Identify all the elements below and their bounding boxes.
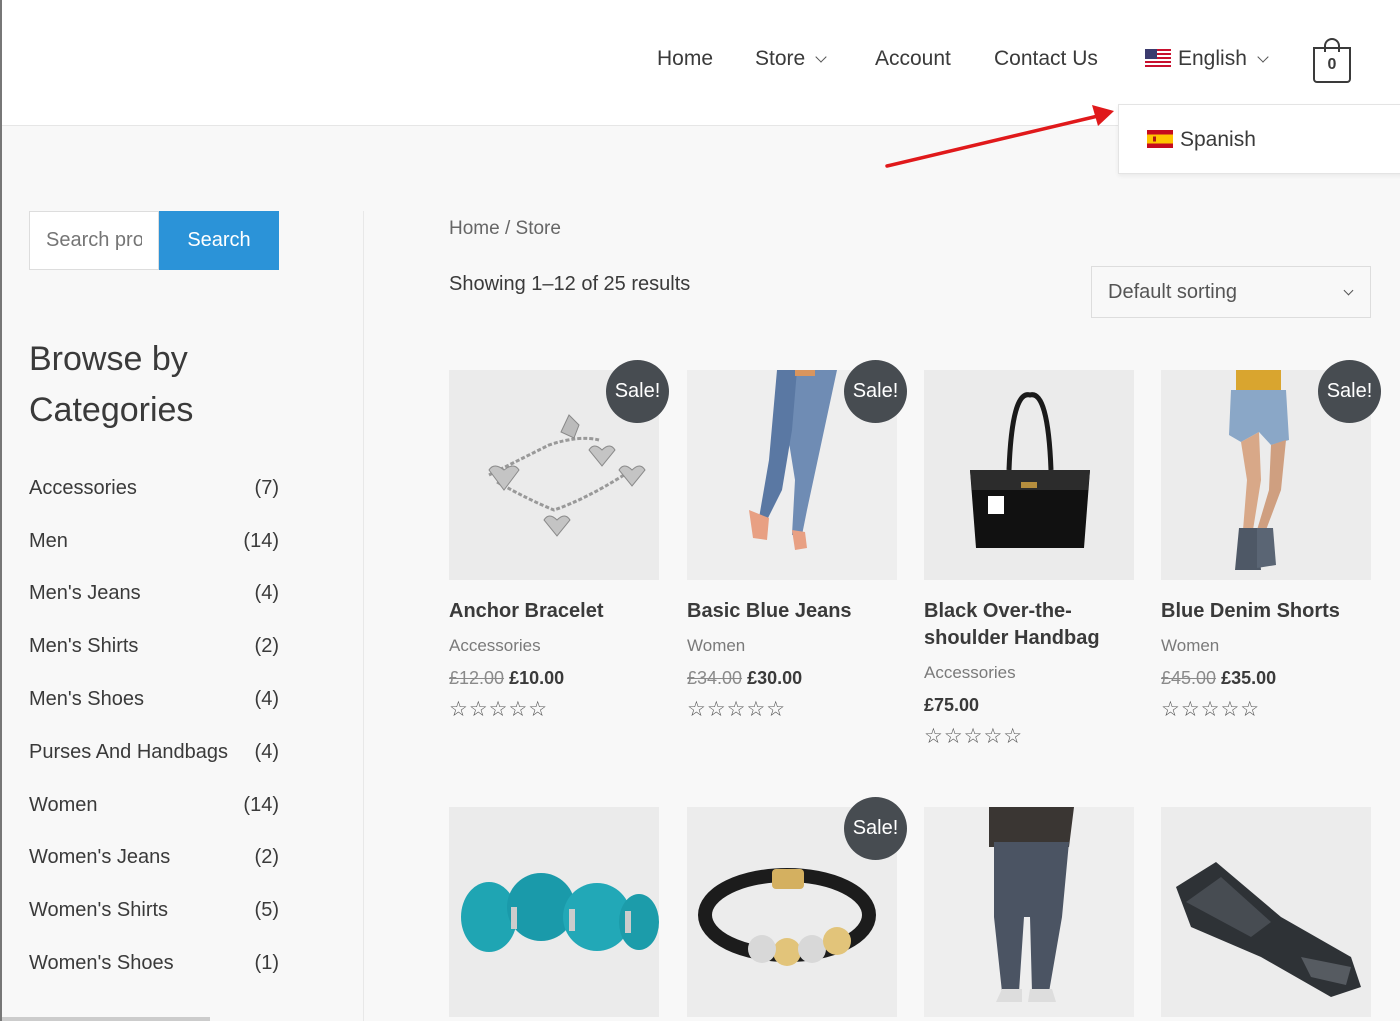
sidebar-divider — [363, 211, 364, 1021]
product-title[interactable]: Black Over-the-shoulder Handbag — [924, 598, 1144, 652]
language-switcher[interactable]: English — [1145, 47, 1269, 71]
category-item[interactable]: Women's Shirts (5) — [29, 884, 279, 937]
breadcrumb: Home / Store — [449, 218, 561, 240]
breadcrumb-store: Store — [515, 218, 561, 239]
category-name: Men's Jeans — [29, 582, 141, 605]
black-handbag-image — [924, 370, 1134, 580]
product-price: £12.00 £10.00 — [449, 668, 564, 689]
product-title[interactable]: Blue Denim Shorts — [1161, 598, 1381, 625]
category-list: Accessories (7) Men (14) Men's Jeans (4) Me… — [29, 462, 279, 990]
category-count: (2) — [254, 635, 279, 658]
horizontal-scrollbar[interactable] — [0, 1017, 210, 1021]
sale-badge: Sale! — [844, 360, 907, 423]
category-count: (4) — [254, 688, 279, 711]
language-label: English — [1178, 47, 1247, 70]
breadcrumb-home[interactable]: Home — [449, 218, 500, 239]
sale-price: £10.00 — [509, 668, 565, 688]
category-name: Men's Shoes — [29, 688, 144, 711]
folded-jeans-image — [1161, 807, 1371, 1017]
product-category[interactable]: Women — [1161, 636, 1219, 656]
nav-store-label: Store — [755, 47, 806, 70]
nav-contact-us[interactable]: Contact Us — [994, 47, 1098, 71]
category-name: Women — [29, 793, 98, 816]
rating-stars: ☆☆☆☆☆ — [449, 698, 549, 721]
old-price: £12.00 — [449, 668, 505, 688]
category-name: Purses And Handbags — [29, 740, 229, 763]
annotation-arrow — [885, 105, 1114, 168]
category-item[interactable]: Women's Shoes (1) — [29, 937, 279, 990]
turquoise-bracelet-image — [449, 807, 659, 1017]
us-flag-icon — [1145, 49, 1171, 67]
product-price: £75.00 — [924, 695, 979, 716]
product-image[interactable] — [1161, 807, 1371, 1017]
category-count: (4) — [254, 740, 279, 763]
search-button[interactable]: Search — [159, 211, 279, 270]
product-title[interactable]: Basic Blue Jeans — [687, 598, 907, 625]
rating-stars: ☆☆☆☆☆ — [924, 725, 1024, 748]
category-name: Men — [29, 529, 68, 552]
product-image[interactable] — [449, 807, 659, 1017]
regular-price: £75.00 — [924, 695, 980, 715]
language-option-spanish[interactable]: Spanish — [1147, 128, 1256, 152]
sorting-value: Default sorting — [1108, 281, 1237, 303]
sale-badge: Sale! — [606, 360, 669, 423]
old-price: £45.00 — [1161, 668, 1217, 688]
category-count: (1) — [254, 952, 279, 975]
category-item[interactable]: Men (14) — [29, 515, 279, 568]
product-category[interactable]: Accessories — [449, 636, 541, 656]
cart-count: 0 — [1313, 47, 1351, 83]
product-image[interactable] — [924, 807, 1134, 1017]
category-item[interactable]: Purses And Handbags (4) — [29, 726, 279, 779]
breadcrumb-separator: / — [504, 218, 511, 239]
nav-home[interactable]: Home — [657, 47, 713, 71]
category-count: (2) — [254, 846, 279, 869]
category-item[interactable]: Men's Jeans (4) — [29, 568, 279, 621]
category-count: (4) — [254, 582, 279, 605]
product-title[interactable]: Anchor Bracelet — [449, 598, 669, 625]
sidebar-heading: Browse by Categories — [29, 340, 194, 429]
result-count: Showing 1–12 of 25 results — [449, 273, 691, 295]
chevron-down-icon — [1343, 285, 1354, 296]
category-count: (5) — [254, 899, 279, 922]
category-count: (14) — [243, 793, 279, 816]
chevron-down-icon — [815, 51, 827, 63]
language-option-label: Spanish — [1180, 128, 1256, 151]
category-name: Women's Shoes — [29, 952, 174, 975]
old-price: £34.00 — [687, 668, 743, 688]
nav-account[interactable]: Account — [875, 47, 951, 71]
category-name: Men's Shirts — [29, 635, 139, 658]
category-item[interactable]: Men's Shirts (2) — [29, 620, 279, 673]
sale-badge: Sale! — [1318, 360, 1381, 423]
nav-store[interactable]: Store — [755, 47, 827, 71]
product-price: £45.00 £35.00 — [1161, 668, 1276, 689]
cart-button[interactable]: 0 — [1313, 38, 1351, 84]
product-image[interactable] — [924, 370, 1134, 580]
category-item[interactable]: Women's Jeans (2) — [29, 832, 279, 885]
product-category[interactable]: Accessories — [924, 663, 1016, 683]
sale-price: £35.00 — [1221, 668, 1277, 688]
category-count: (14) — [243, 529, 279, 552]
rating-stars: ☆☆☆☆☆ — [687, 698, 787, 721]
category-name: Accessories — [29, 476, 137, 499]
sorting-select[interactable]: Default sorting — [1091, 266, 1371, 318]
product-price: £34.00 £30.00 — [687, 668, 802, 689]
category-item[interactable]: Men's Shoes (4) — [29, 673, 279, 726]
language-dropdown: Spanish — [1118, 104, 1400, 174]
category-count: (7) — [254, 476, 279, 499]
category-name: Women's Shirts — [29, 899, 169, 922]
sale-badge: Sale! — [844, 797, 907, 860]
search-input[interactable] — [29, 211, 159, 270]
category-name: Women's Jeans — [29, 846, 171, 869]
category-item[interactable]: Women (14) — [29, 779, 279, 832]
window-edge — [0, 0, 2, 1021]
category-item[interactable]: Accessories (7) — [29, 462, 279, 515]
spain-flag-icon — [1147, 130, 1173, 148]
product-category[interactable]: Women — [687, 636, 745, 656]
mens-jeans-image — [924, 807, 1134, 1017]
rating-stars: ☆☆☆☆☆ — [1161, 698, 1261, 721]
chevron-down-icon — [1257, 51, 1269, 63]
sale-price: £30.00 — [747, 668, 803, 688]
